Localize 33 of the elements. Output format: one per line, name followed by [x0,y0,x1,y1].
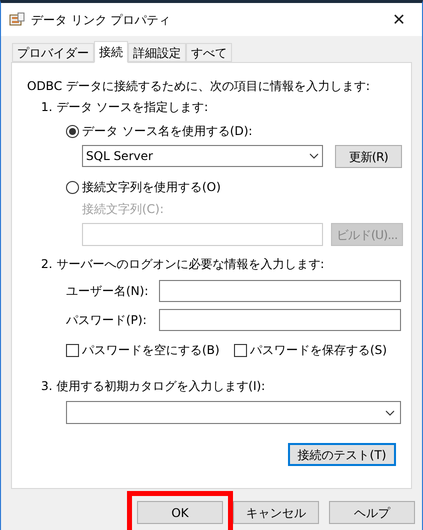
dialog-button[interactable]: OK [137,501,223,524]
intro-text: ODBC データに接続するために、次の項目に情報を入力します: [27,78,371,95]
section-heading: 2. サーバーへのログオンに必要な情報を入力します: [41,256,326,273]
catalog-combo[interactable] [66,401,401,424]
checkbox[interactable] [234,344,247,356]
radio-button[interactable] [66,180,79,194]
checkbox-label: パスワードを空にする(B) [82,342,220,359]
dialog-button[interactable]: キャンセル [233,501,319,524]
section-heading: 1. データ ソースを指定します: [41,99,210,116]
chevron-down-icon [309,153,319,159]
field-label: パスワード(P): [66,312,148,329]
tab[interactable]: すべて [186,43,232,62]
input-field[interactable] [159,309,401,331]
window-title: データ リンク プロパティ [31,12,172,28]
refresh-button[interactable]: 更新(R) [335,145,402,168]
connection-string-label: 接続文字列(C): [82,201,165,218]
checkbox-label: パスワードを保存する(S) [250,342,387,359]
dialog-button[interactable]: ヘルプ [329,501,415,524]
checkbox[interactable] [66,344,79,356]
section-heading: 3. 使用する初期カタログを入力します(I): [41,378,266,395]
test-connection-button[interactable]: 接続のテスト(T) [288,443,396,466]
close-button[interactable]: ✕ [384,8,414,32]
chevron-down-icon [385,410,395,416]
radio-button[interactable] [66,124,79,138]
tab[interactable]: プロバイダー [12,43,94,62]
tab[interactable]: 詳細設定 [128,43,186,62]
radio-label: データ ソース名を使用する(D): [82,123,252,140]
data-source-combo[interactable]: SQL Server [82,145,323,167]
radio-label: 接続文字列を使用する(O) [82,179,221,196]
field-label: ユーザー名(N): [66,283,150,300]
tab[interactable]: 接続 [94,41,128,63]
app-icon [9,12,25,28]
input-field[interactable] [159,280,401,302]
